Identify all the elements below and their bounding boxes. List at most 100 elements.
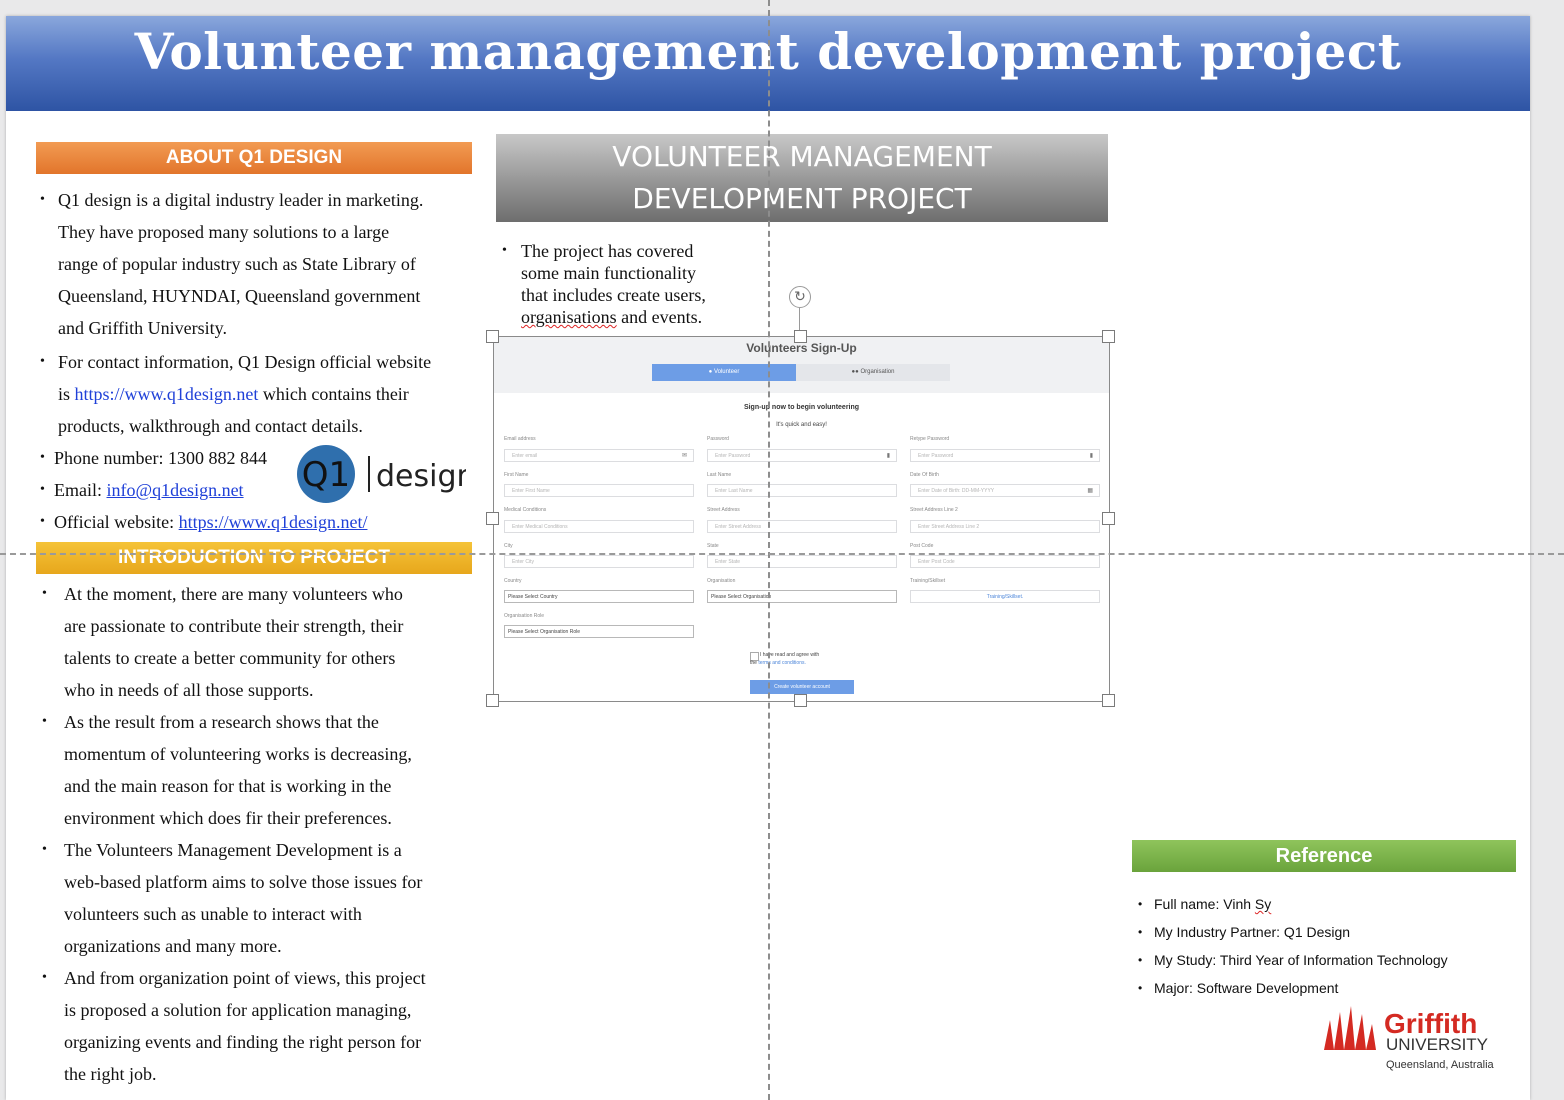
intro-heading: INTRODUCTION TO PROJECT <box>36 542 472 574</box>
project-heading: VOLUNTEER MANAGEMENT DEVELOPMENT PROJECT <box>496 134 1108 222</box>
resize-handle-bottom[interactable] <box>794 694 807 707</box>
about-line: For contact information, Q1 Design offic… <box>58 352 432 372</box>
email-label: Email: <box>54 480 107 500</box>
intro-line: are passionate to contribute their stren… <box>64 616 404 636</box>
project-text: and events. <box>616 307 703 327</box>
vertical-alignment-guide <box>768 0 770 1100</box>
spellcheck-word[interactable]: Sy <box>1255 896 1271 912</box>
email-link[interactable]: info@q1design.net <box>107 480 244 500</box>
spellcheck-word[interactable]: organisations <box>521 307 617 327</box>
country-label: Country <box>504 578 522 584</box>
role-select: Please Select Organisation Role <box>504 625 694 638</box>
intro-line: At the moment, there are many volunteers… <box>64 584 403 604</box>
q1-website-link[interactable]: https://www.q1design.net <box>75 384 259 404</box>
intro-item-1: At the moment, there are many volunteers… <box>40 578 472 706</box>
email-label: Email address <box>504 436 536 442</box>
about-text: is <box>58 384 75 404</box>
resize-handle-right[interactable] <box>1102 512 1115 525</box>
website-item: Official website: https://www.q1design.n… <box>38 506 478 538</box>
intro-line: talents to create a better community for… <box>64 648 396 668</box>
project-heading-line: DEVELOPMENT PROJECT <box>632 182 972 215</box>
griffith-university-logo: Griffith UNIVERSITY Queensland, Australi… <box>1324 1006 1495 1071</box>
reference-item: My Industry Partner: Q1 Design <box>1136 918 1516 946</box>
first-name-field: Enter First Name <box>504 484 694 497</box>
about-line: is https://www.q1design.net which contai… <box>58 378 478 410</box>
terms-line: the terms and conditions. <box>750 659 819 667</box>
q1-logo-divider <box>368 456 370 492</box>
postcode-label: Post Code <box>910 543 934 549</box>
state-field: Enter State <box>707 555 897 568</box>
organisation-select: Please Select Organisation <box>707 590 897 603</box>
password-label: Password <box>707 436 729 442</box>
resize-handle-top[interactable] <box>794 330 807 343</box>
reference-item: My Study: Third Year of Information Tech… <box>1136 946 1516 974</box>
project-item: The project has covered some main functi… <box>498 240 738 328</box>
resize-handle-top-right[interactable] <box>1102 330 1115 343</box>
project-line: organisations and events. <box>521 306 738 328</box>
dob-label: Date Of Birth <box>910 472 939 478</box>
intro-list: At the moment, there are many volunteers… <box>40 578 472 1090</box>
website-label: Official website: <box>54 512 179 532</box>
rotate-handle-icon[interactable]: ↻ <box>789 286 811 308</box>
resize-handle-left[interactable] <box>486 512 499 525</box>
signup-subtitle: Sign-up now to begin volunteering <box>743 404 860 411</box>
lock-icon: ▮ <box>1089 453 1093 459</box>
training-label: Training/Skillset <box>910 578 946 584</box>
signup-screenshot-image[interactable]: Volunteers Sign-Up ● Volunteer ●● Organi… <box>493 336 1110 702</box>
resize-handle-bottom-right[interactable] <box>1102 694 1115 707</box>
street2-field: Enter Street Address Line 2 <box>910 520 1100 533</box>
reference-item: Full name: Vinh Sy <box>1136 890 1516 918</box>
intro-item-4: And from organization point of views, th… <box>40 962 472 1090</box>
state-label: State <box>707 543 719 549</box>
reference-text: Full name: Vinh <box>1154 896 1255 912</box>
signup-header: Volunteers Sign-Up ● Volunteer ●● Organi… <box>494 337 1109 393</box>
reference-heading: Reference <box>1132 840 1516 872</box>
city-field: Enter City <box>504 555 694 568</box>
calendar-icon: ▦ <box>1087 488 1093 494</box>
about-text: which contains their <box>258 384 409 404</box>
project-list: The project has covered some main functi… <box>498 240 738 328</box>
intro-line: who in needs of all those supports. <box>64 680 314 700</box>
intro-line: The Volunteers Management Development is… <box>64 840 402 860</box>
rotate-handle-stem <box>799 308 800 330</box>
first-name-label: First Name <box>504 472 529 478</box>
intro-line: the right job. <box>64 1064 157 1084</box>
project-heading-line: VOLUNTEER MANAGEMENT <box>612 140 992 173</box>
dob-field: Enter Date of Birth: DD-MM-YYYY ▦ <box>910 484 1100 497</box>
tab-organisation-label: Organisation <box>860 369 895 375</box>
training-button: Training/Skillset. <box>910 590 1100 603</box>
griffith-location: Queensland, Australia <box>1386 1059 1495 1071</box>
reference-list: Full name: Vinh Sy My Industry Partner: … <box>1136 890 1516 1002</box>
about-line: range of popular industry such as State … <box>58 254 416 274</box>
intro-line: momentum of volunteering works is decrea… <box>64 744 412 764</box>
about-line: and Griffith University. <box>58 318 227 338</box>
create-account-button: Create volunteer account <box>750 680 854 694</box>
resize-handle-bottom-left[interactable] <box>486 694 499 707</box>
terms-link: terms and conditions. <box>758 660 806 666</box>
griffith-flame-icon <box>1324 1006 1376 1050</box>
resize-handle-top-left[interactable] <box>486 330 499 343</box>
country-select: Please Select Country <box>504 590 694 603</box>
tab-volunteer: ● Volunteer <box>652 364 796 381</box>
about-line: They have proposed many solutions to a l… <box>58 222 390 242</box>
medical-field: Enter Medical Conditions <box>504 520 694 533</box>
project-line: some main functionality <box>521 263 696 283</box>
about-line: products, walkthrough and contact detail… <box>58 416 363 436</box>
city-label: City <box>504 543 513 549</box>
dob-placeholder: Enter Date of Birth: DD-MM-YYYY <box>918 488 995 494</box>
organisation-label: Organisation <box>707 578 736 584</box>
website-link[interactable]: https://www.q1design.net/ <box>179 512 368 532</box>
reference-item: Major: Software Development <box>1136 974 1516 1002</box>
about-line: Q1 design is a digital industry leader i… <box>58 190 424 210</box>
q1-logo-mark: Q1 <box>302 455 350 495</box>
password-placeholder: Enter Password <box>715 453 751 459</box>
signup-tagline: It's quick and easy! <box>776 422 827 428</box>
q1-design-logo: Q1 design <box>297 445 466 503</box>
retype-placeholder: Enter Password <box>918 453 954 459</box>
tab-volunteer-label: Volunteer <box>713 369 740 375</box>
street-field: Enter Street Address <box>707 520 897 533</box>
street-label: Street Address <box>707 507 740 513</box>
intro-line: And from organization point of views, th… <box>64 968 426 988</box>
retype-password-field: Enter Password ▮ <box>910 449 1100 462</box>
lock-icon: ▮ <box>886 453 890 459</box>
